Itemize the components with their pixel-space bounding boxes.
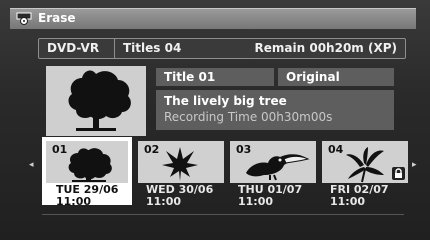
erase-screen: Erase DVD-VR Titles 04 Remain 00h20m (XP… [0,0,430,240]
thumbnail-datetime: THU 01/07 11:00 [238,184,302,208]
screen-title: Erase [38,11,76,25]
thumbnail-datetime: WED 30/06 11:00 [146,184,213,208]
leaf-image [162,147,198,181]
arrow-right-icon[interactable]: ▸ [412,160,417,170]
title-preview: Title 01 Original The lively big tree Re… [46,66,398,136]
remain-time: Remain 00h20m (XP) [254,41,397,55]
thumbnail-datetime: FRI 02/07 11:00 [330,184,389,208]
thumbnail-time: 11:00 [330,195,366,208]
thumbnail-time: 11:00 [56,195,92,208]
thumbnail-image: 04 [322,141,408,183]
thumbnail-number: 01 [52,143,68,156]
tree-image [68,148,112,182]
preview-type: Original [278,68,394,86]
thumbnail-image: 01 [46,141,128,183]
title-thumbnail-02[interactable]: 02 WED 30/06 11:00 [134,137,224,208]
disc-info-bar: DVD-VR Titles 04 Remain 00h20m (XP) [38,38,406,59]
thumbnail-number: 02 [144,143,160,156]
titles-count: Titles 04 [123,41,182,55]
tree-image [68,70,131,131]
title-thumbnail-03[interactable]: 03 THU 01/07 11:00 [226,137,316,208]
lock-icon [392,167,405,180]
recording-time: Recording Time 00h30m00s [164,110,333,124]
thumbnail-number: 04 [328,143,344,156]
preview-title: Title 01 [156,68,274,86]
divider [42,214,404,215]
preview-image [46,66,146,136]
thumbnail-number: 03 [236,143,252,156]
thumbnail-image: 03 [230,141,316,183]
arrow-left-icon[interactable]: ◂ [29,160,34,170]
preview-description: The lively big tree Recording Time 00h30… [156,90,394,130]
erase-disc-icon [16,12,32,25]
thumbnail-datetime: TUE 29/06 11:00 [56,184,118,208]
title-name: The lively big tree [164,94,287,108]
title-thumbnail-list: 01 TUE 29/06 11:00 02 WED 30/06 11:00 03… [42,137,408,208]
thumbnail-time: 11:00 [238,195,274,208]
title-thumbnail-04[interactable]: 04 FRI 02/07 11:00 [318,137,408,208]
thumbnail-image: 02 [138,141,224,183]
title-bar: Erase [10,8,416,29]
thumbnail-time: 11:00 [146,195,182,208]
lily-image [346,147,384,183]
disc-type: DVD-VR [38,38,120,59]
title-thumbnail-01[interactable]: 01 TUE 29/06 11:00 [42,137,132,208]
disc-summary: Titles 04 Remain 00h20m (XP) [114,38,406,59]
